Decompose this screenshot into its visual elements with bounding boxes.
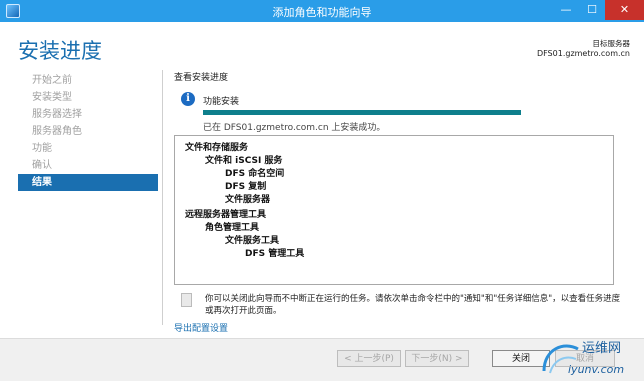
nav-item-installation-type[interactable]: 安装类型	[18, 89, 158, 106]
nav-item-before-you-begin[interactable]: 开始之前	[18, 72, 158, 89]
destination-server-name: DFS01.gzmetro.com.cn	[536, 49, 630, 58]
feature-installation-label: 功能安装	[203, 97, 240, 107]
destination-server-label: 目标服务器	[592, 39, 631, 48]
nav-item-server-roles[interactable]: 服务器角色	[18, 123, 158, 140]
window-title-bar: 添加角色和功能向导 — ☐ ✕	[0, 0, 644, 22]
list-item: 文件服务器	[225, 195, 271, 205]
list-item: 文件服务工具	[225, 236, 280, 246]
installed-features-list[interactable]: 文件和存储服务 文件和 iSCSI 服务 DFS 命名空间 DFS 复制 文件服…	[174, 135, 614, 285]
installation-progress-bar	[203, 110, 521, 115]
notification-flag-icon	[181, 293, 192, 307]
section-title: 查看安装进度	[174, 73, 229, 83]
close-window-button[interactable]: ✕	[605, 0, 644, 20]
next-button[interactable]: 下一步(N) >	[405, 350, 469, 367]
wizard-nav: 开始之前 安装类型 服务器选择 服务器角色 功能 确认 结果	[18, 72, 158, 191]
maximize-button[interactable]: ☐	[579, 0, 605, 20]
progress-bar-fill	[203, 110, 521, 115]
minimize-button[interactable]: —	[553, 0, 579, 20]
previous-button[interactable]: < 上一步(P)	[337, 350, 401, 367]
page-title: 安装进度	[18, 39, 102, 63]
wizard-footer: < 上一步(P) 下一步(N) > 关闭 取消	[0, 338, 644, 381]
list-item: DFS 命名空间	[225, 169, 285, 179]
list-item: DFS 复制	[225, 182, 267, 192]
close-wizard-note: 你可以关闭此向导而不中断正在运行的任务。请依次单击命令栏中的"通知"和"任务详细…	[205, 294, 621, 316]
installation-status-text: 已在 DFS01.gzmetro.com.cn 上安装成功。	[203, 123, 386, 133]
window-title: 添加角色和功能向导	[272, 6, 372, 19]
close-button[interactable]: 关闭	[492, 350, 550, 367]
list-item: 文件和 iSCSI 服务	[205, 156, 283, 166]
nav-item-results[interactable]: 结果	[18, 174, 158, 191]
nav-divider	[162, 70, 163, 325]
list-item: DFS 管理工具	[245, 249, 305, 259]
list-item: 远程服务器管理工具	[185, 210, 267, 220]
nav-item-confirmation[interactable]: 确认	[18, 157, 158, 174]
nav-item-features[interactable]: 功能	[18, 140, 158, 157]
cancel-button[interactable]: 取消	[555, 350, 615, 367]
nav-item-server-selection[interactable]: 服务器选择	[18, 106, 158, 123]
export-configuration-link[interactable]: 导出配置设置	[174, 321, 228, 334]
list-item: 文件和存储服务	[185, 143, 249, 153]
info-icon: i	[181, 92, 195, 106]
list-item: 角色管理工具	[205, 223, 260, 233]
